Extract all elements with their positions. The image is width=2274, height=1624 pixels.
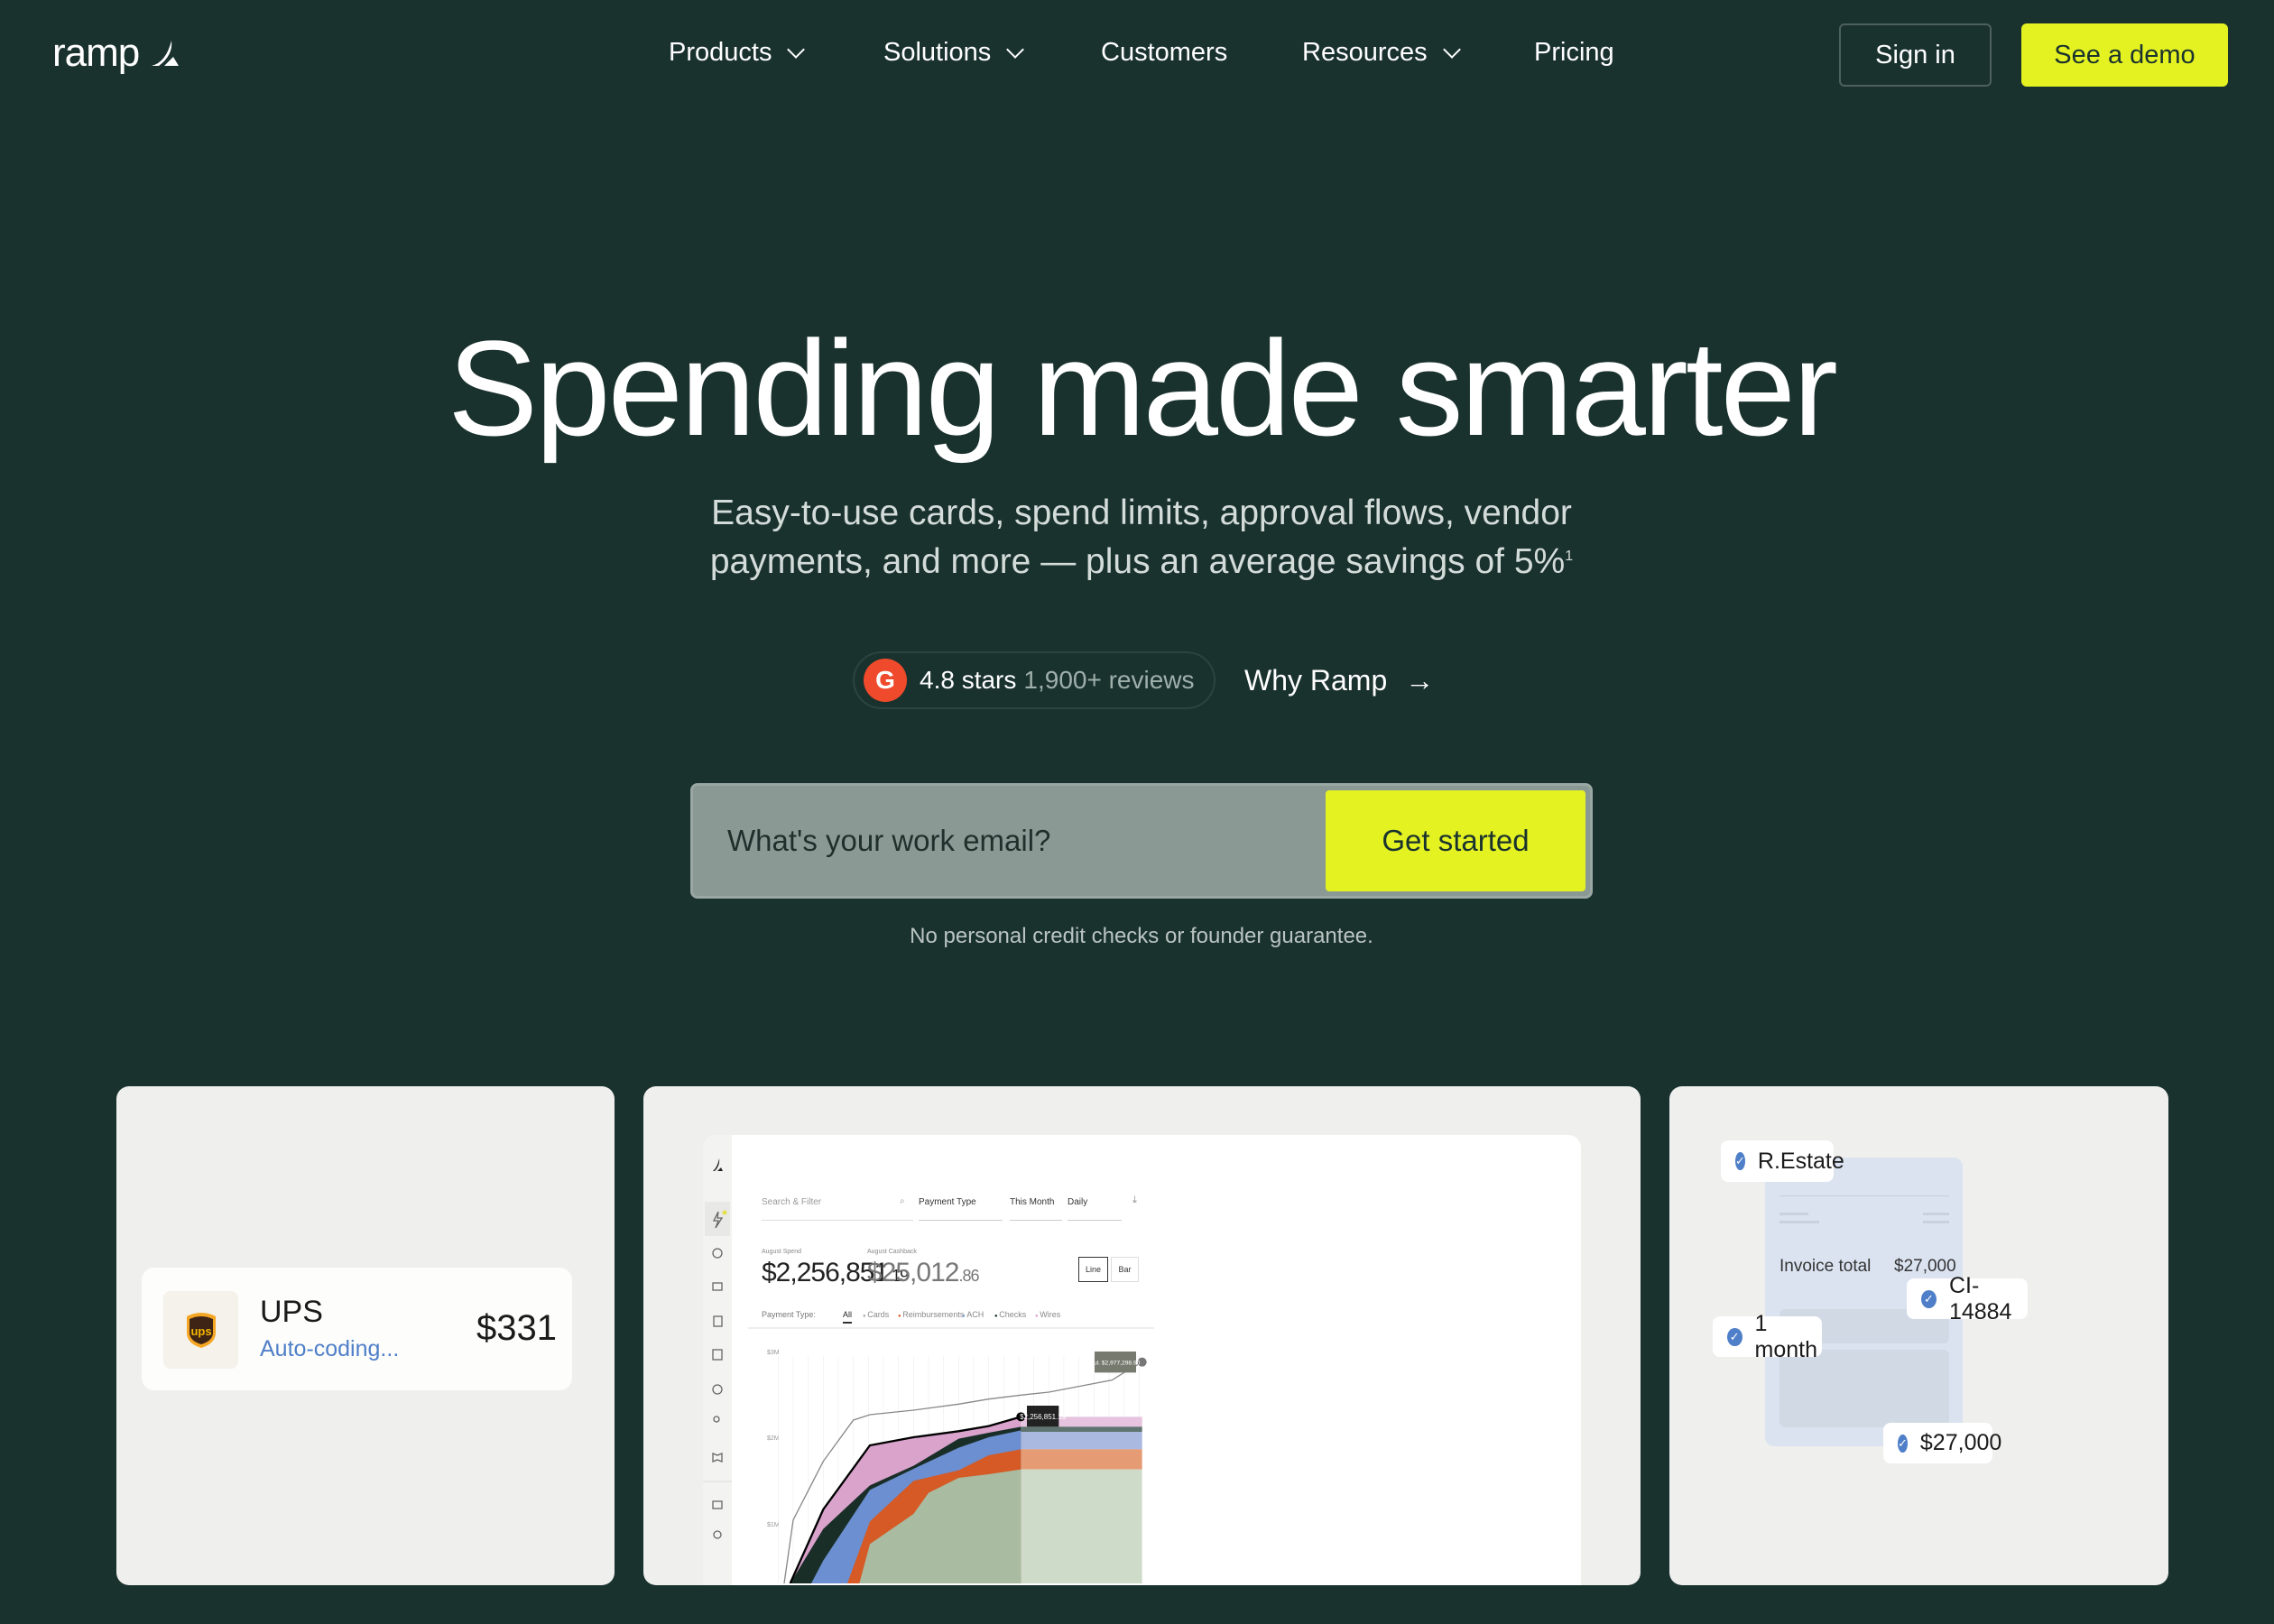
logo-text: ramp <box>52 31 140 75</box>
hero-title: Spending made smarter <box>448 312 1838 464</box>
invoice-feature-card: Invoice total $27,000 ✓ R.Estate ✓ CI-1488… <box>1669 1086 2168 1585</box>
projected-reimbursements <box>1021 1449 1142 1470</box>
invoice-total-label: Invoice total <box>1779 1257 1872 1276</box>
footnote-link[interactable]: 1 <box>1565 549 1573 564</box>
projected-cards <box>1021 1469 1142 1583</box>
email-signup-form: Get started <box>690 783 1593 899</box>
dashboard-feature-card: Search & Filter ⌕ Payment Type This Mont… <box>643 1086 1641 1585</box>
check-icon: ✓ <box>1898 1434 1908 1453</box>
check-icon: ✓ <box>1921 1289 1937 1308</box>
chevron-down-icon <box>1442 40 1461 59</box>
spend-area-chart: $2,256,851.19 Jul. $2,977,298.90 <box>778 1352 1147 1583</box>
chip-invoice-number: ✓ CI-14884 <box>1907 1273 2028 1324</box>
coding-status: Auto-coding... <box>260 1336 400 1361</box>
ups-feature-card: ups UPS Auto-coding... $331 <box>116 1086 615 1585</box>
tooltip-projected-text: Jul. $2,977,298.90 <box>1091 1361 1141 1367</box>
nav-products[interactable]: Products <box>669 38 806 68</box>
chevron-down-icon <box>787 40 806 59</box>
ups-logo-icon: ups <box>163 1291 238 1369</box>
projected-ach <box>1021 1432 1142 1450</box>
projected-checks <box>1021 1426 1142 1432</box>
chevron-down-icon <box>1006 40 1025 59</box>
vendor-name: UPS <box>260 1295 323 1329</box>
nav-resources[interactable]: Resources <box>1302 38 1461 68</box>
arrow-right-icon: → <box>1405 664 1435 697</box>
why-ramp-link[interactable]: Why Ramp → <box>1244 664 1434 697</box>
invoice-total-value: $27,000 <box>1894 1257 1956 1276</box>
ramp-logo-icon <box>152 41 180 66</box>
chip-category: ✓ R.Estate <box>1721 1140 1844 1182</box>
check-icon: ✓ <box>1735 1152 1745 1170</box>
work-email-input[interactable] <box>727 786 1323 896</box>
signup-note: No personal credit checks or founder gua… <box>910 924 1373 948</box>
dashboard-preview: Search & Filter ⌕ Payment Type This Mont… <box>703 1135 1581 1585</box>
nav-pricing[interactable]: Pricing <box>1534 38 1614 68</box>
see-demo-button[interactable]: See a demo <box>2021 23 2228 87</box>
check-icon: ✓ <box>1727 1327 1742 1346</box>
hero-subtitle: Easy-to-use cards, spend limits, approva… <box>709 494 1574 581</box>
g2-rating-pill[interactable]: G 4.8 stars 1,900+ reviews <box>853 651 1216 709</box>
svg-text:ups: ups <box>190 1324 211 1338</box>
transaction-amount: $331 <box>476 1308 557 1348</box>
tooltip-current-text: $2,256,851.19 <box>1020 1413 1067 1421</box>
get-started-button[interactable]: Get started <box>1326 790 1585 891</box>
chip-amount: ✓ $27,000 <box>1883 1423 2001 1463</box>
logo[interactable]: ramp <box>52 31 180 76</box>
chip-term: ✓ 1 month <box>1713 1311 1822 1362</box>
sign-in-button[interactable]: Sign in <box>1839 23 1992 87</box>
transaction-row[interactable]: ups UPS Auto-coding... $331 <box>142 1268 572 1390</box>
nav-solutions[interactable]: Solutions <box>883 38 1025 68</box>
g2-logo-icon: G <box>864 659 907 702</box>
nav-customers[interactable]: Customers <box>1101 38 1227 68</box>
